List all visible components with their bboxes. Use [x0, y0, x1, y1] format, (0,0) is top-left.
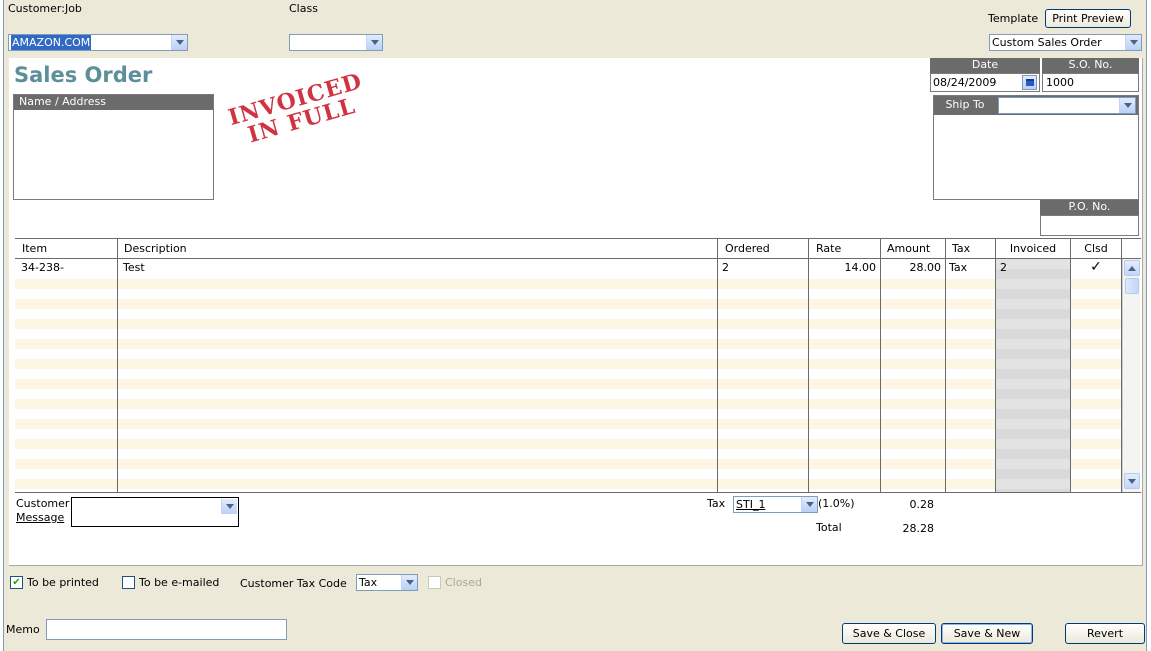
cell-rate[interactable]: 14.00 [809, 259, 880, 276]
tax-item-value: STI_1 [736, 498, 766, 511]
so-number-field[interactable]: 1000 [1042, 73, 1139, 92]
so-number-label: S.O. No. [1042, 58, 1139, 73]
to-be-printed-checkbox[interactable]: ✔ [10, 576, 23, 589]
col-ordered[interactable]: Ordered [720, 239, 770, 259]
name-address-box[interactable]: Name / Address [13, 94, 214, 200]
save-close-button[interactable]: Save & Close [842, 623, 936, 644]
print-preview-button[interactable]: Print Preview [1045, 9, 1131, 28]
customer-tax-code-select[interactable]: Tax [356, 574, 418, 591]
line-items-grid: Item Description Ordered Rate Amount Tax… [15, 238, 1141, 493]
col-invoiced[interactable]: Invoiced [996, 239, 1070, 259]
cell-ordered[interactable]: 2 [718, 259, 733, 276]
total-label: Total [816, 521, 842, 534]
col-clsd[interactable]: Clsd [1071, 239, 1121, 259]
template-select[interactable]: Custom Sales Order [989, 34, 1142, 51]
total-value: 28.28 [902, 522, 935, 535]
memo-input[interactable] [46, 619, 287, 640]
class-label: Class [289, 2, 318, 15]
chevron-down-icon[interactable] [221, 499, 237, 514]
col-item[interactable]: Item [17, 239, 47, 259]
closed-checkbox [428, 576, 441, 589]
grid-header: Item Description Ordered Rate Amount Tax… [15, 239, 1141, 259]
date-box: Date 08/24/2009 [930, 58, 1040, 92]
calendar-icon[interactable] [1022, 75, 1037, 90]
customer-tax-code-value: Tax [359, 576, 378, 589]
customer-job-value: AMAZON.COM [11, 35, 92, 50]
cell-tax[interactable]: Tax [945, 259, 971, 276]
chevron-down-icon[interactable] [171, 35, 187, 50]
check-icon[interactable]: ✓ [1071, 259, 1121, 276]
customer-message-label-line1: Customer [16, 497, 70, 510]
col-description[interactable]: Description [119, 239, 187, 259]
date-label: Date [930, 58, 1040, 73]
scroll-thumb[interactable] [1125, 278, 1139, 294]
name-address-label: Name / Address [14, 95, 213, 110]
so-number-box: S.O. No. 1000 [1042, 58, 1139, 92]
ship-to-header: Ship To [934, 96, 1138, 115]
col-amount[interactable]: Amount [882, 239, 930, 259]
chevron-down-icon[interactable] [401, 575, 417, 590]
to-be-printed-label[interactable]: To be printed [27, 576, 99, 589]
tax-rate: (1.0%) [818, 497, 855, 510]
po-number-label: P.O. No. [1040, 200, 1139, 215]
tax-amount: 0.28 [909, 498, 935, 511]
closed-label: Closed [445, 576, 482, 589]
chevron-down-icon[interactable] [801, 497, 817, 512]
ship-to-label: Ship To [945, 98, 985, 111]
po-number-field[interactable] [1040, 215, 1139, 236]
date-field[interactable]: 08/24/2009 [930, 73, 1040, 92]
cell-description[interactable]: Test [119, 259, 149, 276]
scroll-up-icon[interactable] [1124, 260, 1140, 276]
chevron-down-icon[interactable] [366, 35, 382, 50]
cell-invoiced: 2 [1000, 261, 1007, 274]
grid-scrollbar[interactable] [1122, 259, 1140, 492]
memo-label: Memo [6, 623, 40, 636]
cell-item[interactable]: 34-238- [17, 259, 68, 276]
scroll-down-icon[interactable] [1124, 473, 1140, 489]
tax-item-select[interactable]: STI_1 [733, 496, 818, 513]
invoiced-column-shade [996, 259, 1070, 492]
template-label: Template [988, 12, 1039, 25]
ship-to-box[interactable]: Ship To [933, 95, 1139, 200]
customer-tax-code-label: Customer Tax Code [240, 577, 347, 590]
save-new-button[interactable]: Save & New [941, 623, 1033, 644]
customer-job-select[interactable]: AMAZON.COM [8, 34, 188, 51]
page-title: Sales Order [14, 63, 153, 87]
cell-amount[interactable]: 28.00 [881, 259, 945, 276]
po-number-box: P.O. No. [1040, 200, 1139, 236]
customer-message-select[interactable] [71, 497, 239, 527]
chevron-down-icon[interactable] [1125, 35, 1141, 50]
chevron-down-icon[interactable] [1119, 98, 1135, 113]
to-be-emailed-label[interactable]: To be e-mailed [139, 576, 219, 589]
col-tax[interactable]: Tax [947, 239, 970, 259]
sales-order-window: Customer:Job AMAZON.COM Class Template P… [3, 0, 1147, 651]
to-be-emailed-checkbox[interactable] [122, 576, 135, 589]
revert-button[interactable]: Revert [1065, 623, 1145, 644]
customer-message-label: Customer Message [16, 497, 69, 525]
date-value: 08/24/2009 [933, 76, 997, 89]
customer-job-label: Customer:Job [8, 2, 82, 15]
class-select[interactable] [289, 34, 383, 51]
tax-label: Tax [707, 497, 726, 510]
ship-to-select[interactable] [998, 97, 1136, 114]
col-rate[interactable]: Rate [811, 239, 841, 259]
template-value: Custom Sales Order [992, 36, 1102, 49]
customer-message-label-line2: Message [16, 511, 65, 524]
